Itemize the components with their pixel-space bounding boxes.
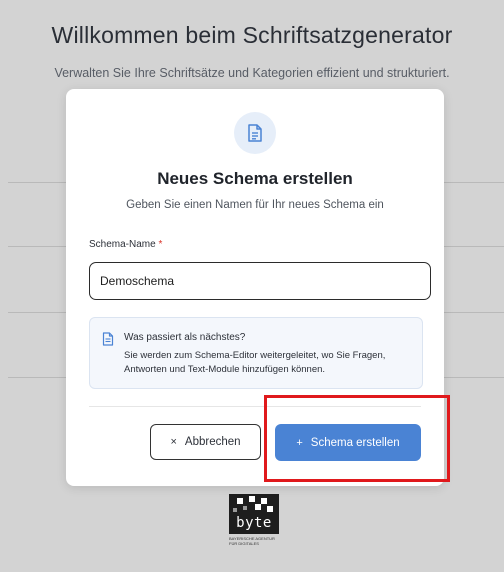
page-subtitle: Verwalten Sie Ihre Schriftsätze und Kate…: [54, 66, 450, 80]
logo-mark: byte: [229, 494, 279, 534]
background-divider: [444, 377, 504, 378]
logo-pixel-icon: [233, 496, 273, 512]
cancel-button-label: Abbrechen: [184, 436, 241, 448]
close-icon: ×: [170, 436, 177, 448]
dialog-description: Geben Sie einen Namen für Ihr neues Sche…: [126, 199, 384, 211]
byte-logo: byte BAYERISCHE AGENTUR FÜR DIGITALES: [229, 494, 279, 552]
background-divider: [8, 377, 66, 378]
document-icon: [102, 332, 114, 351]
info-title: Was passiert als nächstes?: [124, 332, 246, 343]
plus-icon: +: [296, 436, 303, 449]
footer-divider: [89, 406, 421, 407]
create-schema-button-label: Schema erstellen: [310, 436, 400, 449]
background-divider: [444, 182, 504, 183]
create-schema-button[interactable]: + Schema erstellen: [275, 424, 421, 461]
background-divider: [8, 182, 66, 183]
background-divider: [444, 246, 504, 247]
background-divider: [8, 246, 66, 247]
info-box: Was passiert als nächstes? Sie werden zu…: [89, 317, 423, 389]
dialog-title: Neues Schema erstellen: [157, 169, 353, 188]
required-marker: *: [158, 239, 163, 250]
cancel-button[interactable]: × Abbrechen: [150, 424, 261, 460]
schema-name-label: Schema-Name *: [89, 239, 162, 250]
background-divider: [444, 312, 504, 313]
schema-name-input[interactable]: [89, 262, 431, 300]
page-title: Willkommen beim Schriftsatzgenerator: [51, 22, 453, 48]
document-icon: [234, 112, 276, 154]
schema-name-label-text: Schema-Name: [89, 239, 156, 250]
background-divider: [8, 312, 66, 313]
info-text: Sie werden zum Schema-Editor weitergelei…: [124, 350, 386, 375]
create-schema-dialog: Neues Schema erstellen Geben Sie einen N…: [66, 89, 444, 486]
logo-subtext: BAYERISCHE AGENTUR FÜR DIGITALES: [229, 536, 275, 546]
logo-text: byte: [236, 515, 272, 531]
